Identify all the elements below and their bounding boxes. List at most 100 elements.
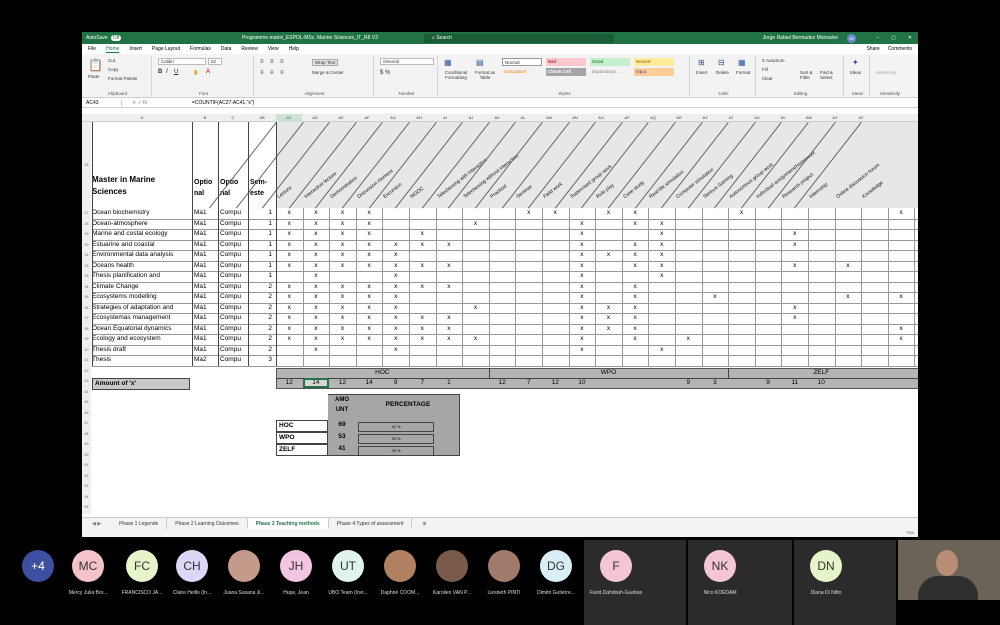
mark-x[interactable]: x bbox=[436, 334, 463, 344]
optional-1-cell[interactable]: Ma1 bbox=[194, 313, 218, 323]
mark-x[interactable]: x bbox=[382, 282, 409, 292]
mark-x[interactable]: x bbox=[888, 334, 915, 344]
mark-x[interactable]: x bbox=[462, 219, 489, 229]
column-header[interactable]: AO bbox=[588, 114, 614, 122]
participant[interactable]: Daphné COOM... bbox=[370, 550, 430, 596]
align-middle-icon[interactable]: ≡ bbox=[270, 59, 274, 65]
optional-1-cell[interactable]: Ma1 bbox=[194, 324, 218, 334]
style-bad[interactable]: Bad bbox=[546, 58, 586, 66]
cut-button[interactable]: Cut bbox=[108, 58, 115, 63]
close-icon[interactable]: ✕ bbox=[908, 35, 912, 41]
optional-2-cell[interactable]: Compu bbox=[220, 334, 246, 344]
mark-x[interactable]: x bbox=[436, 282, 463, 292]
mark-x[interactable]: x bbox=[436, 313, 463, 323]
column-header[interactable]: AC bbox=[276, 114, 302, 122]
format-painter-button[interactable]: Format Painter bbox=[108, 76, 138, 81]
mark-x[interactable]: x bbox=[648, 271, 675, 281]
mark-x[interactable]: x bbox=[409, 229, 436, 239]
optional-2-cell[interactable]: Compu bbox=[220, 324, 246, 334]
course-name[interactable]: Ecology and ecosystem bbox=[92, 334, 190, 344]
row-header[interactable]: 44 bbox=[82, 386, 91, 397]
row-header[interactable]: 46 bbox=[82, 407, 91, 418]
autosum-button[interactable]: Σ AutoSum bbox=[762, 58, 785, 63]
mark-x[interactable]: x bbox=[356, 334, 383, 344]
row-header[interactable]: 28 bbox=[82, 218, 91, 229]
amount-cell[interactable]: 12 bbox=[329, 378, 356, 388]
row-header[interactable]: 32 bbox=[82, 260, 91, 271]
amount-cell[interactable]: 7 bbox=[515, 378, 542, 388]
row-header[interactable]: 30 bbox=[82, 239, 91, 250]
row-header[interactable]: 54 bbox=[82, 491, 91, 502]
sheet-tab[interactable]: Phase 3 Teaching methods bbox=[247, 517, 329, 530]
optional-2-cell[interactable]: Compu bbox=[220, 345, 246, 355]
align-center-icon[interactable]: ≡ bbox=[270, 70, 274, 76]
mark-x[interactable]: x bbox=[382, 324, 409, 334]
mark-x[interactable]: x bbox=[356, 250, 383, 260]
mark-x[interactable]: x bbox=[329, 303, 356, 313]
mark-x[interactable]: x bbox=[436, 261, 463, 271]
semester-cell[interactable]: 2 bbox=[248, 345, 274, 355]
mark-x[interactable]: x bbox=[303, 240, 330, 250]
search-box[interactable]: ⌕ Search bbox=[424, 33, 614, 43]
course-name[interactable]: Thesis bbox=[92, 355, 190, 365]
column-header[interactable]: AV bbox=[770, 114, 796, 122]
delete-cells-icon[interactable]: ⊟ bbox=[718, 58, 725, 67]
mark-x[interactable]: x bbox=[781, 261, 808, 271]
sheet-tab[interactable]: Phase 1 Legende bbox=[111, 517, 168, 530]
column-header[interactable]: AM bbox=[536, 114, 562, 122]
mark-x[interactable]: x bbox=[276, 219, 303, 229]
conditional-formatting-icon[interactable]: ▦ bbox=[444, 58, 452, 67]
mark-x[interactable]: x bbox=[648, 261, 675, 271]
semester-cell[interactable]: 1 bbox=[248, 208, 274, 218]
row-header[interactable]: 50 bbox=[82, 449, 91, 460]
mark-x[interactable]: x bbox=[595, 303, 622, 313]
mark-x[interactable]: x bbox=[356, 324, 383, 334]
participant[interactable]: Karolien VAN P... bbox=[422, 550, 482, 596]
optional-1-cell[interactable]: Ma1 bbox=[194, 250, 218, 260]
menu-review[interactable]: Review bbox=[241, 46, 257, 52]
style-neutral[interactable]: Neutral bbox=[634, 58, 674, 66]
mark-x[interactable]: x bbox=[569, 313, 596, 323]
mark-x[interactable]: x bbox=[569, 271, 596, 281]
course-name[interactable]: Ecosystemas management bbox=[92, 313, 190, 323]
mark-x[interactable]: x bbox=[276, 250, 303, 260]
font-name-select[interactable]: Calibri bbox=[158, 58, 206, 65]
optional-1-cell[interactable]: Ma1 bbox=[194, 240, 218, 250]
column-header[interactable]: AN bbox=[562, 114, 588, 122]
semester-cell[interactable]: 2 bbox=[248, 292, 274, 302]
delete-button[interactable]: Delete bbox=[716, 70, 729, 75]
optional-2-cell[interactable]: Compu bbox=[220, 250, 246, 260]
mark-x[interactable]: x bbox=[888, 208, 915, 218]
course-name[interactable]: Ocean Equatorial dynamics bbox=[92, 324, 190, 334]
mark-x[interactable]: x bbox=[276, 292, 303, 302]
mark-x[interactable]: x bbox=[276, 313, 303, 323]
mark-x[interactable]: x bbox=[569, 250, 596, 260]
optional-1-cell[interactable]: Ma1 bbox=[194, 282, 218, 292]
mark-x[interactable]: x bbox=[276, 261, 303, 271]
mark-x[interactable]: x bbox=[542, 208, 569, 218]
semester-cell[interactable]: 1 bbox=[248, 219, 274, 229]
course-name[interactable]: Ecosystems modelling bbox=[92, 292, 190, 302]
mark-x[interactable]: x bbox=[622, 208, 649, 218]
mark-x[interactable]: x bbox=[648, 219, 675, 229]
column-header[interactable]: AH bbox=[406, 114, 432, 122]
fill-button[interactable]: Fill bbox=[762, 67, 768, 72]
mark-x[interactable]: x bbox=[303, 250, 330, 260]
column-header[interactable]: AD bbox=[302, 114, 328, 122]
summary-percentage[interactable]: 33 % bbox=[358, 433, 434, 444]
mark-x[interactable]: x bbox=[595, 313, 622, 323]
mark-x[interactable]: x bbox=[303, 271, 330, 281]
optional-1-cell[interactable]: Ma1 bbox=[194, 208, 218, 218]
mark-x[interactable]: x bbox=[276, 240, 303, 250]
column-header[interactable]: AE bbox=[328, 114, 354, 122]
mark-x[interactable]: x bbox=[622, 303, 649, 313]
participant[interactable]: CH Claire Heillo (In... bbox=[162, 550, 222, 596]
mark-x[interactable]: x bbox=[781, 240, 808, 250]
sheet-tab[interactable]: Phase 4 Types of assessment bbox=[329, 517, 413, 530]
mark-x[interactable]: x bbox=[781, 313, 808, 323]
amount-cell[interactable]: 12 bbox=[489, 378, 516, 388]
underline-icon[interactable]: U bbox=[174, 69, 178, 75]
row-header[interactable]: 29 bbox=[82, 229, 91, 240]
menu-formulas[interactable]: Formulas bbox=[190, 46, 211, 52]
optional-2-cell[interactable]: Compu bbox=[220, 208, 246, 218]
